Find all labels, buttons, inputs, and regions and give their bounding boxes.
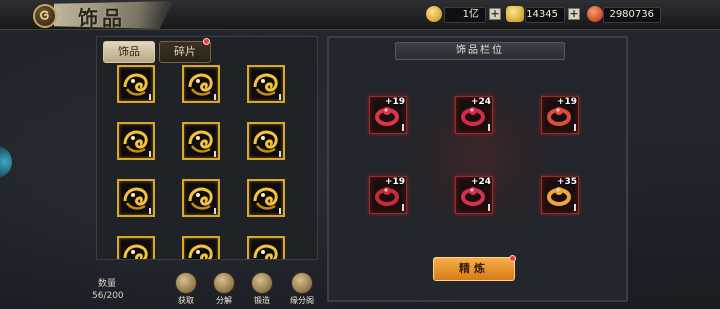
slot-level-marker — [574, 124, 576, 131]
slot-level: +19 — [556, 97, 577, 107]
count-value: 56/200 — [92, 291, 124, 301]
item-level-marker — [279, 94, 281, 100]
gold-coin-icon — [426, 6, 442, 22]
gold-mask-icon — [188, 187, 213, 210]
tab-fragments[interactable]: 碎片 — [159, 41, 211, 63]
equipped-slot[interactable]: +35 — [541, 176, 579, 214]
item-level-marker — [149, 208, 151, 214]
back-swirl-icon — [40, 10, 49, 20]
item-level-marker — [149, 151, 151, 157]
slot-level: +19 — [384, 177, 405, 187]
accessory-item[interactable] — [117, 236, 155, 259]
red-gem-counter: 2980736 — [603, 7, 661, 23]
accessory-item[interactable] — [117, 65, 155, 103]
gold-mask-icon — [188, 73, 213, 96]
slot-level: +24 — [470, 177, 491, 187]
slot-level: +19 — [384, 97, 405, 107]
back-button[interactable] — [33, 4, 57, 28]
slot-level: +35 — [556, 177, 577, 187]
gold-mask-icon — [188, 130, 213, 153]
gold-ingot-value: 14345 — [526, 9, 558, 20]
slot-level: +24 — [470, 97, 491, 107]
slot-level-marker — [488, 124, 490, 131]
gold-mask-icon — [123, 73, 148, 96]
accessory-item[interactable] — [182, 122, 220, 160]
accessory-item[interactable] — [182, 179, 220, 217]
slot-level-marker — [574, 204, 576, 211]
gold-mask-icon — [253, 244, 278, 259]
add-gold-coin-button[interactable]: + — [489, 8, 501, 20]
fate-pavilion-label: 缘分阁 — [290, 296, 314, 305]
count-label: 数量 — [98, 279, 117, 289]
add-gold-ingot-button[interactable]: + — [568, 8, 580, 20]
hammer-icon — [251, 272, 273, 294]
gold-ingot-icon — [506, 6, 524, 22]
equipped-slot[interactable]: +19 — [369, 96, 407, 134]
equipped-slot[interactable]: +19 — [369, 176, 407, 214]
accessory-slots-panel: 饰品栏位 +19 +24 +19 +19 +24 +35 精炼 — [327, 36, 628, 302]
refine-notification-dot — [509, 255, 516, 262]
gold-mask-icon — [123, 187, 148, 210]
hand-icon — [175, 272, 197, 294]
red-gem-value: 2980736 — [609, 9, 654, 20]
decompose-button[interactable]: 分解 — [204, 272, 244, 306]
accessory-slots-header: 饰品栏位 — [395, 42, 565, 60]
item-level-marker — [279, 151, 281, 157]
accessory-inventory-panel: 饰品 碎片 — [96, 36, 318, 260]
fate-pavilion-button[interactable]: 缘分阁 — [282, 272, 322, 306]
gold-mask-icon — [253, 187, 278, 210]
slot-level-marker — [402, 124, 404, 131]
swirl-icon — [213, 272, 235, 294]
tab-accessories[interactable]: 饰品 — [103, 41, 155, 63]
slot-level-marker — [488, 204, 490, 211]
gold-mask-icon — [253, 130, 278, 153]
accessory-item[interactable] — [247, 65, 285, 103]
equipped-slot[interactable]: +24 — [455, 96, 493, 134]
slot-level-marker — [402, 204, 404, 211]
pavilion-icon — [291, 272, 313, 294]
red-gem-icon — [587, 6, 603, 22]
obtain-button[interactable]: 获取 — [166, 272, 206, 306]
item-level-marker — [214, 151, 216, 157]
fragments-notification-dot — [203, 38, 210, 45]
page-title: 饰品 — [78, 6, 126, 30]
top-bar: 饰品 1亿 + 14345 + 2980736 — [0, 0, 720, 30]
item-level-marker — [214, 94, 216, 100]
obtain-label: 获取 — [178, 296, 194, 305]
accessory-item[interactable] — [247, 179, 285, 217]
accessory-item[interactable] — [117, 122, 155, 160]
gold-mask-icon — [253, 73, 278, 96]
accessory-item[interactable] — [247, 122, 285, 160]
accessory-item[interactable] — [182, 236, 220, 259]
equipped-slot[interactable]: +24 — [455, 176, 493, 214]
forge-label: 锻造 — [254, 296, 270, 305]
gold-coin-value: 1亿 — [462, 9, 479, 20]
equipped-slot[interactable]: +19 — [541, 96, 579, 134]
accessory-item[interactable] — [182, 65, 220, 103]
decompose-label: 分解 — [216, 296, 232, 305]
item-level-marker — [214, 208, 216, 214]
accessory-item[interactable] — [117, 179, 155, 217]
item-level-marker — [279, 208, 281, 214]
forge-button[interactable]: 锻造 — [242, 272, 282, 306]
accessory-item[interactable] — [247, 236, 285, 259]
refine-button[interactable]: 精炼 — [433, 257, 515, 281]
gold-coin-counter: 1亿 — [444, 7, 486, 23]
gold-ingot-counter: 14345 — [525, 7, 565, 23]
gold-mask-icon — [123, 244, 148, 259]
gold-mask-icon — [123, 130, 148, 153]
item-level-marker — [149, 94, 151, 100]
gold-mask-icon — [188, 244, 213, 259]
